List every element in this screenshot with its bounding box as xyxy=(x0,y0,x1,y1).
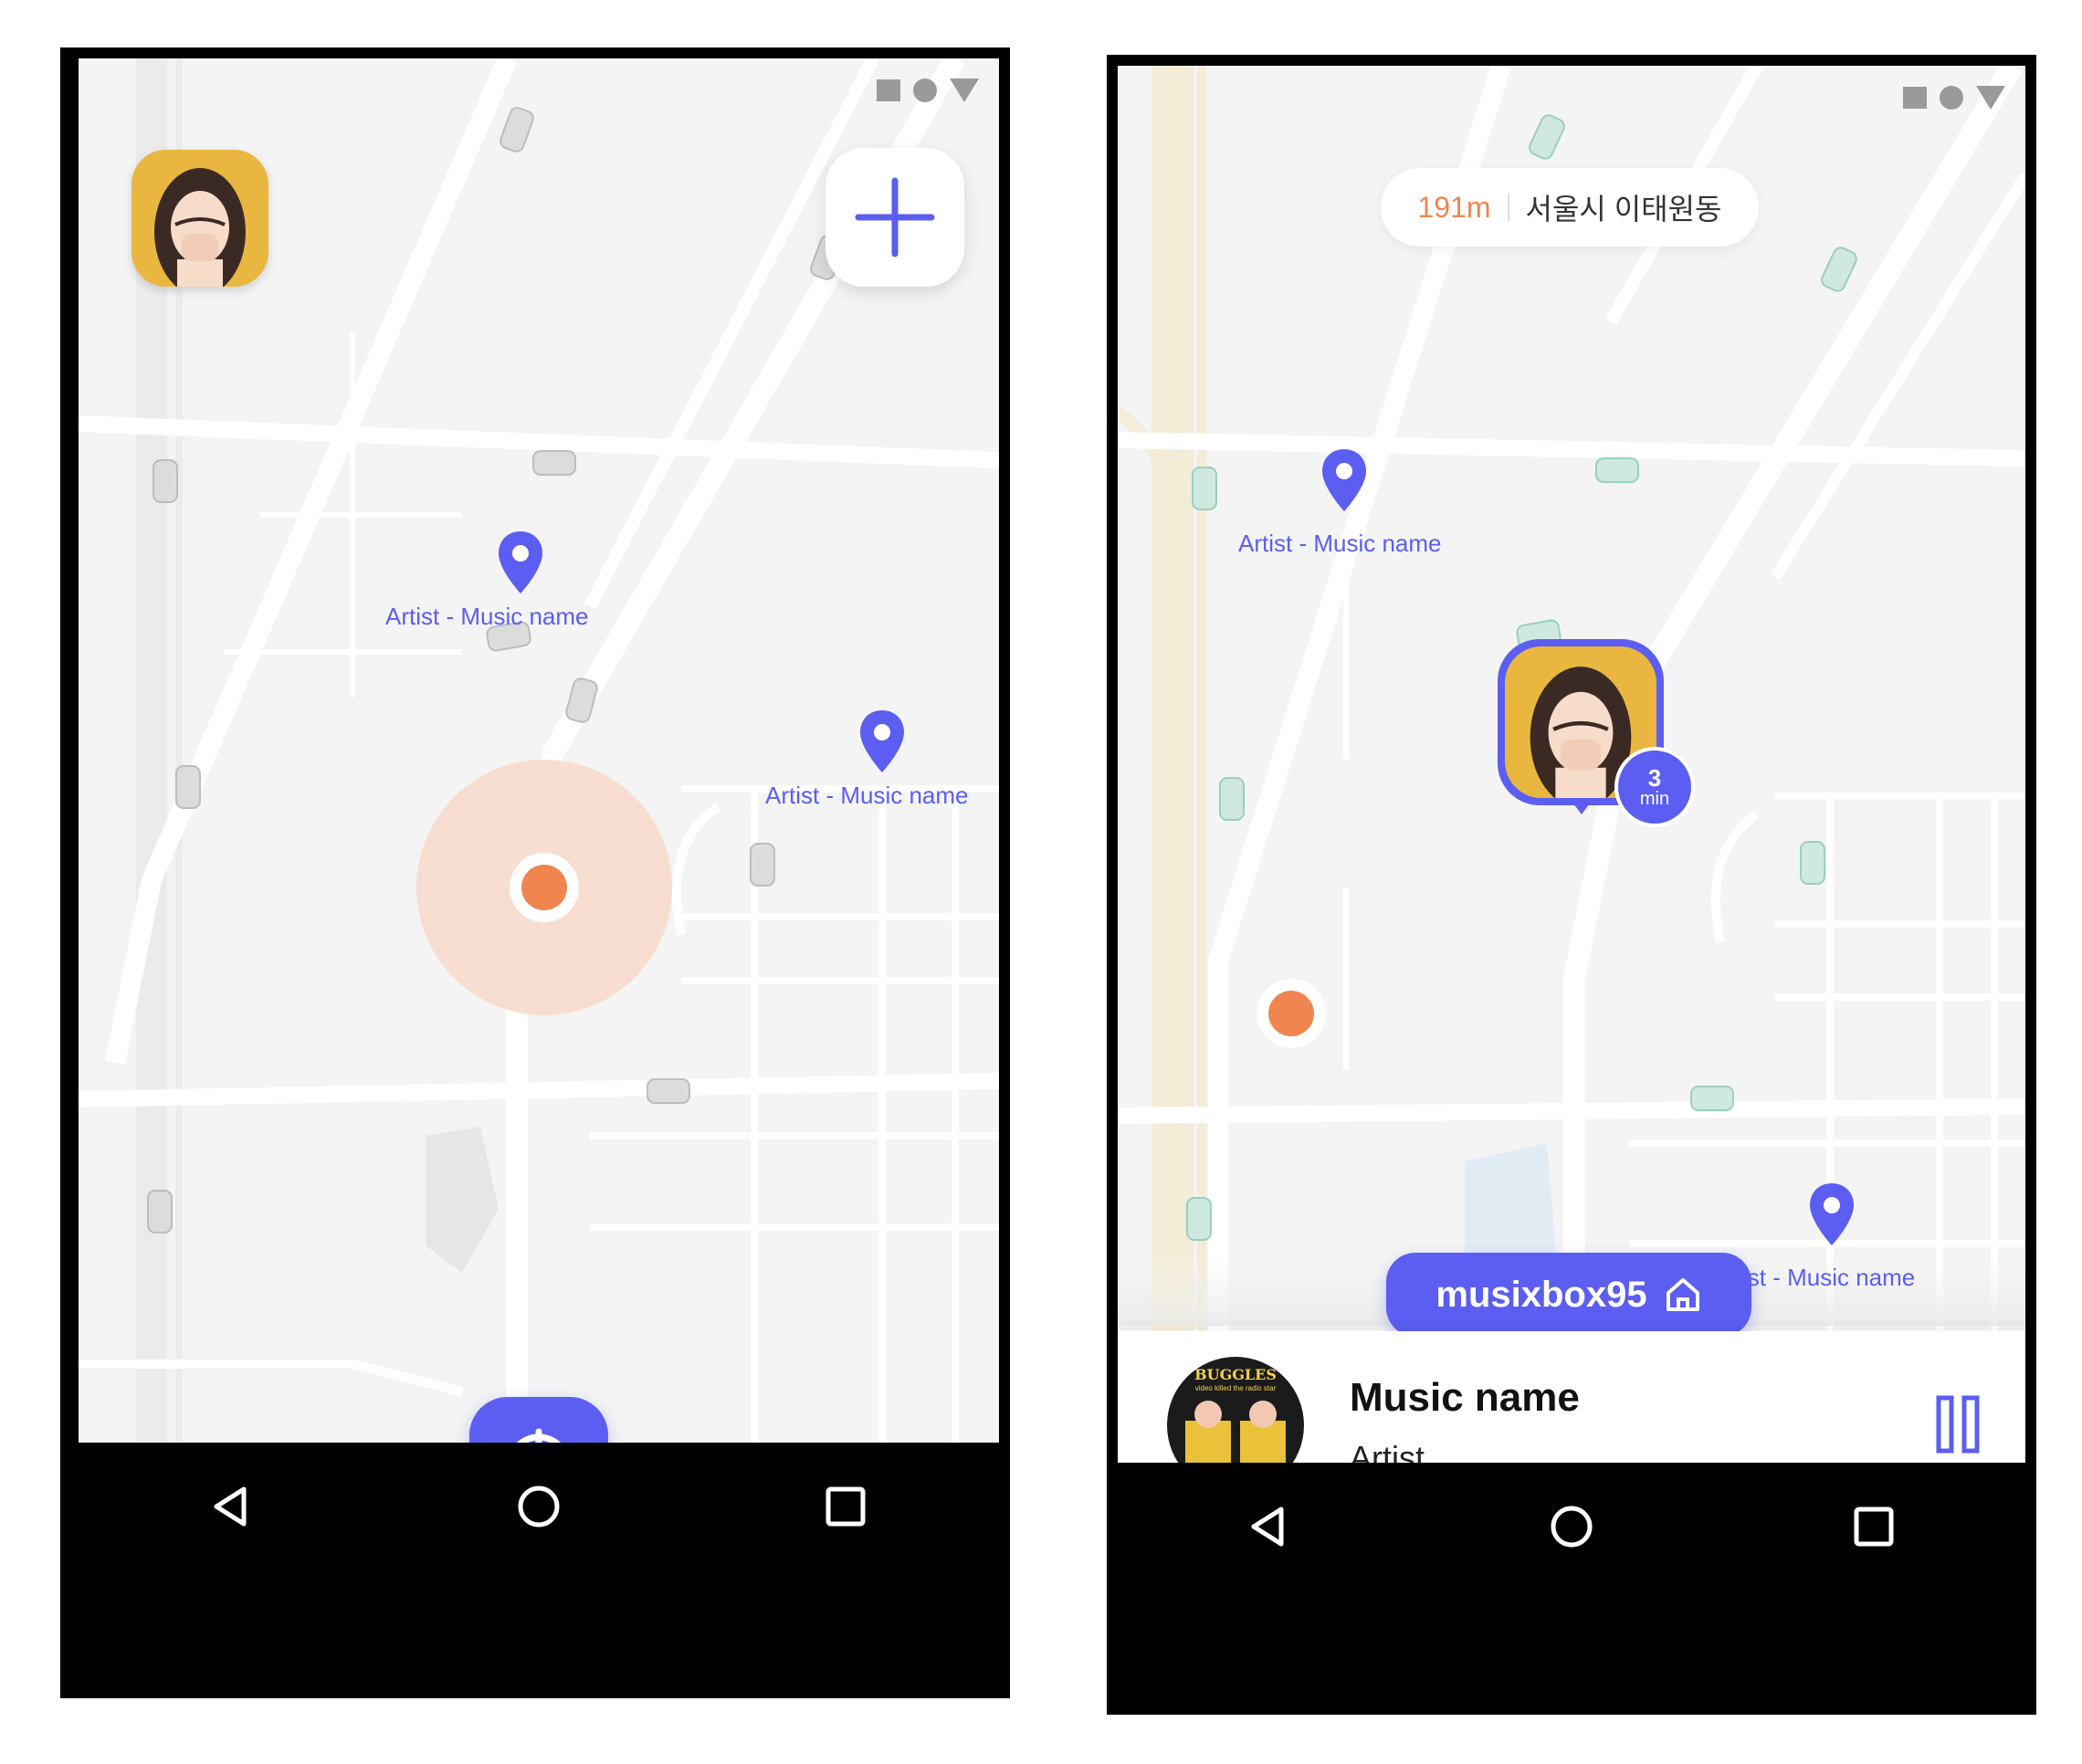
music-pin-icon[interactable] xyxy=(858,709,906,774)
plus-icon xyxy=(855,177,935,257)
eta-unit: min xyxy=(1639,789,1670,809)
marker-tail xyxy=(1571,800,1593,814)
address-text: 서울시 이태원동 xyxy=(1525,193,1722,226)
pin-label[interactable]: ist - Music name xyxy=(1742,1264,1915,1292)
music-pin-icon[interactable] xyxy=(1808,1181,1856,1247)
chip-divider xyxy=(1507,194,1509,221)
home-icon xyxy=(1666,1278,1699,1311)
signal-icon xyxy=(1976,86,2005,110)
track-title: Music name xyxy=(1350,1375,1580,1420)
phone-frame-right: 191m 서울시 이태원동 Artist - Music name 3 min … xyxy=(1107,55,2036,1715)
home-icon[interactable] xyxy=(1547,1502,1596,1551)
now-playing-bar[interactable]: BUGGLES video killed the radio star Musi… xyxy=(1118,1331,2025,1494)
pin-label[interactable]: Artist - Music name xyxy=(1238,530,1442,558)
pin-label[interactable]: Artist - Music name xyxy=(765,782,969,810)
record-icon xyxy=(913,79,937,102)
signal-icon xyxy=(950,79,979,102)
username-chip[interactable]: musixbox95 xyxy=(1386,1253,1751,1337)
status-bar xyxy=(1903,86,2005,110)
friend-marker[interactable]: 3 min xyxy=(1498,639,1695,827)
map-screen-right[interactable]: 191m 서울시 이태원동 Artist - Music name 3 min … xyxy=(1118,66,2025,1591)
add-button[interactable] xyxy=(825,148,964,287)
distance-text: 191m xyxy=(1417,190,1491,224)
music-pin-icon[interactable] xyxy=(1320,447,1368,513)
back-icon[interactable] xyxy=(1245,1502,1294,1551)
username-text: musixbox95 xyxy=(1435,1274,1647,1315)
stop-icon xyxy=(877,79,900,101)
record-icon xyxy=(1940,86,1963,110)
system-nav-bar xyxy=(1118,1463,2025,1591)
eta-badge: 3 min xyxy=(1614,747,1695,827)
stop-icon xyxy=(1903,87,1927,109)
eta-value: 3 xyxy=(1647,764,1662,792)
music-pin-icon[interactable] xyxy=(497,530,544,595)
pin-label[interactable]: Artist - Music name xyxy=(385,603,589,631)
recents-icon[interactable] xyxy=(1849,1502,1898,1551)
system-nav-bar xyxy=(79,1443,999,1570)
location-chip[interactable]: 191m 서울시 이태원동 xyxy=(1381,168,1759,247)
avatar-portrait-icon xyxy=(154,168,246,287)
profile-avatar[interactable] xyxy=(131,150,268,287)
phone-frame-left: Artist - Music name Artist - Music name xyxy=(60,47,1010,1698)
status-bar xyxy=(877,79,979,102)
map-screen-left[interactable]: Artist - Music name Artist - Music name xyxy=(79,58,999,1570)
home-icon[interactable] xyxy=(514,1482,563,1531)
back-icon[interactable] xyxy=(207,1482,257,1531)
recents-icon[interactable] xyxy=(821,1482,870,1531)
pause-icon[interactable] xyxy=(1936,1395,1980,1454)
album-art-title: BUGGLES xyxy=(1194,1366,1277,1383)
album-art-subtitle: video killed the radio star xyxy=(1194,1384,1277,1392)
